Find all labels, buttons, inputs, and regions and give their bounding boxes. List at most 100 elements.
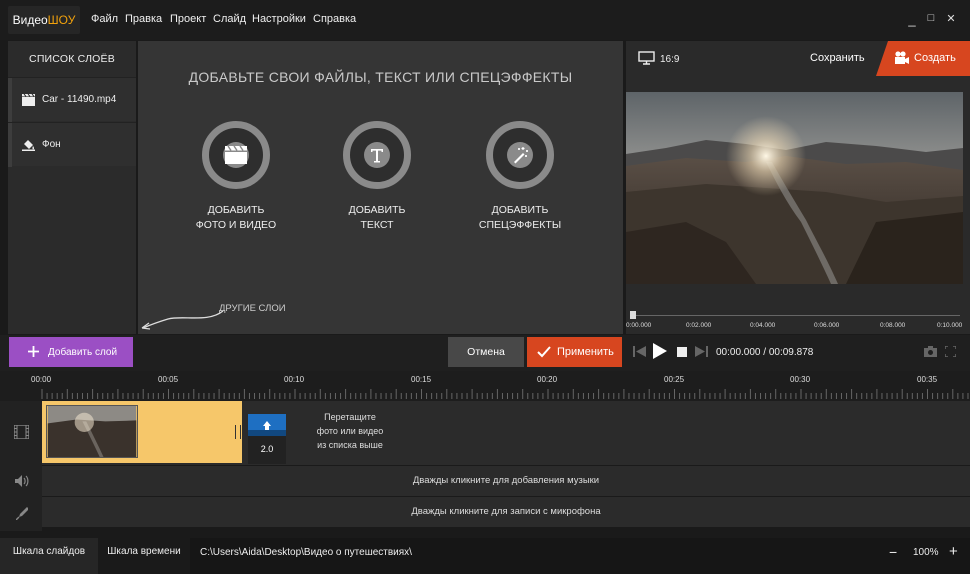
layer-handle[interactable] — [8, 78, 12, 122]
layer-label: Фон — [42, 139, 61, 150]
video-track[interactable]: 2.0 Перетащите фото или видео из списка … — [42, 401, 970, 465]
video-preview[interactable] — [626, 92, 963, 284]
add-text-label[interactable]: ДОБАВИТЬ ТЕКСТ — [317, 203, 437, 233]
clip-trim-handle[interactable] — [235, 425, 241, 439]
ruler-label: 0:00.000 — [626, 322, 652, 329]
status-bar: Шкала слайдов Шкала времени C:\Users\Aid… — [0, 538, 970, 574]
logo-text-show: ШОУ — [47, 13, 76, 27]
text-icon — [371, 149, 383, 163]
menu-settings[interactable]: Настройки — [252, 13, 306, 25]
aspect-ratio-label[interactable]: 16:9 — [660, 54, 679, 65]
zoom-in-button[interactable]: + — [949, 543, 958, 560]
time-tick: 00:00 — [31, 375, 52, 384]
add-photo-video-label[interactable]: ДОБАВИТЬ ФОТО И ВИДЕО — [176, 203, 296, 233]
add-content-panel: ДОБАВЬТЕ СВОИ ФАЙЛЫ, ТЕКСТ ИЛИ СПЕЦЭФФЕК… — [138, 41, 623, 334]
time-tick: 00:10 — [284, 375, 305, 384]
skip-forward-icon[interactable] — [695, 346, 708, 357]
timeline-ruler[interactable]: 00:00 00:05 00:10 00:15 00:20 00:25 00:3… — [0, 371, 970, 401]
add-effects-button[interactable] — [486, 121, 554, 189]
time-tick: 00:25 — [664, 375, 685, 384]
snapshot-icon[interactable] — [924, 346, 937, 357]
speaker-icon — [15, 475, 29, 487]
action-line2: ТЕКСТ — [360, 219, 394, 231]
track-icons-column — [0, 401, 42, 531]
clapperboard-icon — [225, 146, 247, 164]
zoom-out-button[interactable]: − — [889, 544, 897, 560]
drop-hint-line: Перетащите — [324, 412, 376, 422]
layers-title: СПИСОК СЛОЁВ — [29, 53, 115, 65]
stop-icon[interactable] — [677, 347, 687, 357]
transition-block[interactable]: 2.0 — [248, 414, 286, 464]
add-text-button[interactable] — [343, 121, 411, 189]
ruler-label: 0:10.000 — [937, 322, 963, 329]
video-track-icon — [14, 425, 29, 439]
layer-label: Car - 11490.mp4 — [42, 94, 117, 105]
camera-icon — [895, 51, 909, 64]
play-icon[interactable] — [653, 343, 667, 359]
skip-back-icon[interactable] — [633, 346, 646, 357]
paint-bucket-icon — [22, 140, 35, 151]
add-layer-button[interactable]: Добавить слой — [9, 337, 133, 367]
total-time: 00:09.878 — [768, 347, 814, 358]
project-path: C:\Users\Aida\Desktop\Видео о путешестви… — [200, 547, 412, 558]
add-content-title: ДОБАВЬТЕ СВОИ ФАЙЛЫ, ТЕКСТ ИЛИ СПЕЦЭФФЕК… — [188, 69, 573, 85]
logo-text-video: Видео — [12, 13, 48, 27]
curved-arrow-icon — [141, 310, 224, 330]
add-effects-label[interactable]: ДОБАВИТЬ СПЕЦЭФФЕКТЫ — [460, 203, 580, 233]
drop-hint-line: из списка выше — [317, 440, 383, 450]
add-photo-video-button[interactable] — [202, 121, 270, 189]
preview-panel: 16:9 Сохранить Создать 0:00.000 0:02.000… — [626, 41, 970, 334]
fullscreen-icon[interactable] — [945, 346, 956, 357]
transition-duration: 2.0 — [260, 444, 274, 454]
ruler-label: 0:02.000 — [686, 322, 712, 329]
tab-slide-view[interactable]: Шкала слайдов — [0, 538, 98, 574]
close-button[interactable]: ✕ — [943, 12, 959, 25]
zoom-level: 100% — [913, 547, 939, 558]
create-label: Создать — [914, 52, 956, 64]
ruler-label: 0:04.000 — [750, 322, 776, 329]
drop-hint-line: фото или видео — [316, 426, 384, 436]
layer-item-background[interactable]: Фон — [8, 122, 136, 167]
scrubber-track[interactable] — [634, 315, 960, 316]
plus-icon — [28, 346, 39, 357]
cancel-button[interactable]: Отмена — [448, 337, 524, 367]
time-separator: / — [760, 347, 769, 358]
menu-slide[interactable]: Слайд — [213, 13, 246, 25]
time-tick: 00:05 — [158, 375, 179, 384]
minimize-button[interactable]: _ — [904, 12, 920, 27]
app-logo: ВидеоШОУ — [8, 6, 80, 34]
apply-label: Применить — [557, 346, 614, 358]
layer-item-video[interactable]: Car - 11490.mp4 — [8, 77, 136, 122]
film-icon — [22, 94, 35, 106]
menu-file[interactable]: Файл — [91, 13, 118, 25]
tab-timeline-view[interactable]: Шкала времени — [98, 538, 190, 574]
menu-edit[interactable]: Правка — [125, 13, 162, 25]
create-button[interactable]: Создать — [876, 41, 970, 76]
magic-wand-icon — [514, 147, 528, 164]
monitor-icon[interactable] — [638, 51, 655, 65]
ruler-label: 0:08.000 — [880, 322, 906, 329]
music-track[interactable]: Дважды кликните для добавления музыки — [42, 466, 970, 496]
layer-handle[interactable] — [8, 123, 12, 167]
action-line1: ДОБАВИТЬ — [207, 204, 265, 216]
microphone-track[interactable]: Дважды кликните для записи с микрофона — [42, 497, 970, 527]
video-clip[interactable] — [42, 401, 242, 463]
scrubber-handle[interactable] — [630, 311, 636, 319]
action-line1: ДОБАВИТЬ — [491, 204, 549, 216]
action-line1: ДОБАВИТЬ — [348, 204, 406, 216]
menu-project[interactable]: Проект — [170, 13, 206, 25]
action-line2: СПЕЦЭФФЕКТЫ — [478, 219, 562, 231]
checkmark-icon — [537, 346, 551, 358]
add-layer-label: Добавить слой — [48, 347, 118, 358]
preview-scrubber[interactable]: 0:00.000 0:02.000 0:04.000 0:06.000 0:08… — [626, 311, 963, 335]
action-line2: ФОТО И ВИДЕО — [195, 219, 277, 231]
ruler-ticks — [41, 389, 969, 399]
time-tick: 00:35 — [917, 375, 938, 384]
layers-panel: СПИСОК СЛОЁВ Car - 11490.mp4 Фон — [8, 41, 136, 334]
time-tick: 00:15 — [411, 375, 432, 384]
save-button[interactable]: Сохранить — [810, 52, 865, 64]
maximize-button[interactable]: □ — [923, 12, 939, 24]
apply-button[interactable]: Применить — [527, 337, 622, 367]
menu-help[interactable]: Справка — [313, 13, 356, 25]
transition-icon — [248, 414, 286, 436]
